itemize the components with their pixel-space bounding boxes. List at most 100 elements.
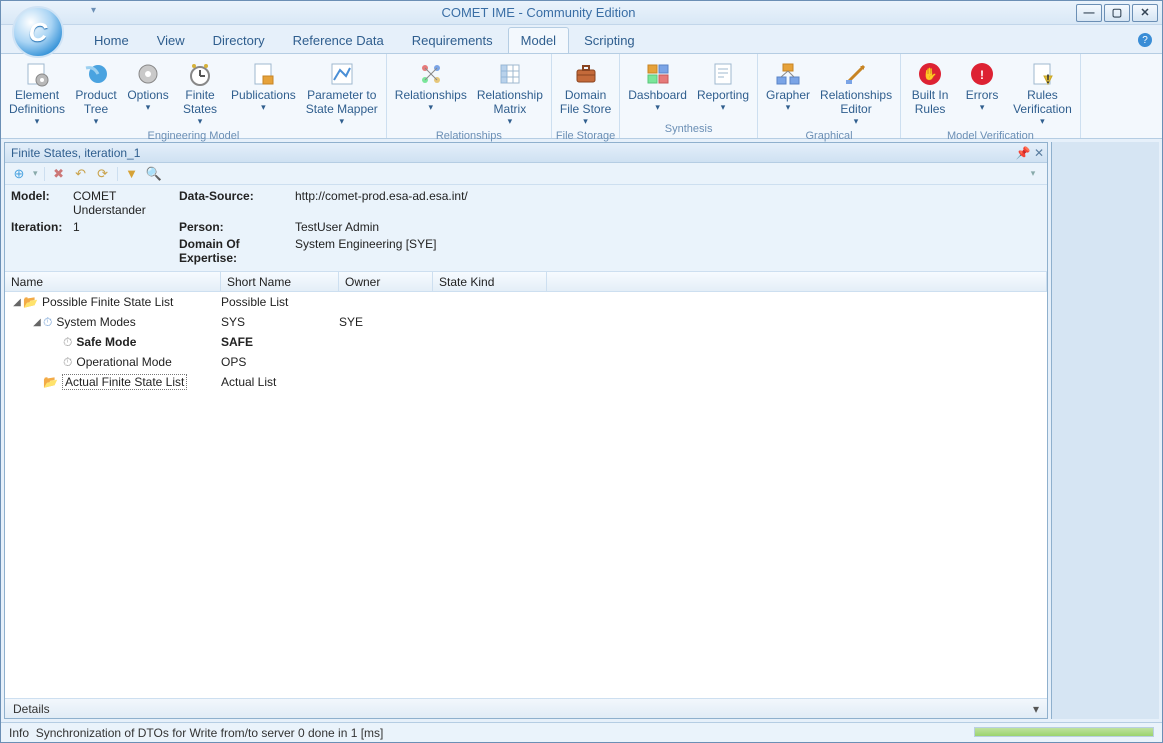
filter-icon[interactable]: ▼ (124, 166, 140, 182)
domain-label: Domain Of Expertise: (179, 237, 289, 265)
publication-icon (249, 60, 277, 88)
tree-grid[interactable]: ◢📂Possible Finite State ListPossible Lis… (5, 292, 1047, 698)
tree-row[interactable]: ◢⏱System ModesSYSSYE (5, 312, 1047, 332)
ribbon-group-synthesis: Dashboard▾Reporting▾Synthesis (620, 54, 758, 138)
tab-directory[interactable]: Directory (200, 27, 278, 53)
chevron-down-icon: ▾ (429, 103, 434, 112)
tab-model[interactable]: Model (508, 27, 569, 53)
comet-icon (82, 60, 110, 88)
rules-doc-icon: ! (1028, 60, 1056, 88)
ribbon-group-graphical: Grapher▾Relationships Editor▾Graphical (758, 54, 901, 138)
mode-icon: ⏱ (63, 335, 72, 350)
element-definitions-button[interactable]: Element Definitions▾ (5, 58, 69, 128)
window-title: COMET IME - Community Edition (1, 5, 1076, 20)
person-label: Person: (179, 220, 289, 234)
iteration-value: 1 (73, 220, 173, 234)
tree-row[interactable]: 📂Actual Finite State ListActual List (5, 372, 1047, 392)
model-value: COMET Understander (73, 189, 173, 217)
chevron-down-icon: ▾ (786, 103, 791, 112)
add-icon[interactable]: ⊕ (11, 166, 27, 182)
row-name: Possible Finite State List (42, 295, 173, 309)
errors-button[interactable]: !Errors▾ (957, 58, 1007, 114)
details-bar[interactable]: Details ▾ (5, 698, 1047, 718)
panel-metadata: Model: COMET Understander Data-Source: h… (5, 185, 1047, 272)
publications-button[interactable]: Publications▾ (227, 58, 300, 114)
row-owner: SYE (339, 315, 433, 329)
quick-access-dropdown[interactable]: ▾ (91, 5, 96, 16)
maximize-button[interactable]: ▢ (1104, 4, 1130, 22)
finite-states-button[interactable]: Finite States▾ (175, 58, 225, 128)
finite-states-panel: Finite States, iteration_1 📌 ✕ ⊕ ▾ ✖ ↶ ⟳… (4, 142, 1048, 719)
row-name: Safe Mode (76, 335, 136, 349)
domain-value: System Engineering [SYE] (295, 237, 1041, 265)
report-icon (709, 60, 737, 88)
help-icon[interactable]: ? (1138, 33, 1152, 47)
product-tree-button[interactable]: Product Tree▾ (71, 58, 121, 128)
chevron-down-icon: ▾ (340, 117, 345, 126)
options-dropdown-icon[interactable]: ▾ (1025, 166, 1041, 182)
relationships-button[interactable]: Relationships▾ (391, 58, 471, 114)
menubar: HomeViewDirectoryReference DataRequireme… (1, 25, 1162, 53)
panel-close-icon[interactable]: ✕ (1031, 146, 1047, 160)
app-logo[interactable]: C (12, 6, 64, 58)
built-in-rules-button[interactable]: ✋Built In Rules (905, 58, 955, 119)
options-gear-icon (134, 60, 162, 88)
tab-requirements[interactable]: Requirements (399, 27, 506, 53)
chevron-down-icon: ▾ (655, 103, 660, 112)
search-icon[interactable]: 🔍 (146, 166, 162, 182)
parameter-to-state-mapper-button[interactable]: Parameter to State Mapper▾ (302, 58, 382, 128)
status-message: Synchronization of DTOs for Write from/t… (36, 726, 384, 740)
panel-title: Finite States, iteration_1 (11, 146, 140, 160)
row-short-name: Possible List (221, 295, 339, 309)
domain-file-store-button[interactable]: Domain File Store▾ (556, 58, 615, 128)
chevron-down-icon: ▾ (721, 103, 726, 112)
redo-icon[interactable]: ⟳ (95, 166, 111, 182)
chevron-down-icon: ▾ (198, 117, 203, 126)
svg-text:✋: ✋ (923, 67, 938, 81)
minimize-button[interactable]: — (1076, 4, 1102, 22)
titlebar: ▾ COMET IME - Community Edition — ▢ ✕ (1, 1, 1162, 25)
datasource-label: Data-Source: (179, 189, 289, 217)
right-dock-area (1051, 142, 1159, 719)
tree-row[interactable]: ⏱Operational ModeOPS (5, 352, 1047, 372)
reporting-button[interactable]: Reporting▾ (693, 58, 753, 114)
col-state-kind[interactable]: State Kind (433, 272, 547, 291)
delete-icon[interactable]: ✖ (51, 166, 67, 182)
iteration-label: Iteration: (11, 220, 67, 234)
col-owner[interactable]: Owner (339, 272, 433, 291)
options-button[interactable]: Options▾ (123, 58, 173, 114)
tab-reference-data[interactable]: Reference Data (280, 27, 397, 53)
row-name: Actual Finite State List (62, 374, 187, 390)
grapher-button[interactable]: Grapher▾ (762, 58, 814, 114)
col-short-name[interactable]: Short Name (221, 272, 339, 291)
tree-row[interactable]: ◢📂Possible Finite State ListPossible Lis… (5, 292, 1047, 312)
pin-icon[interactable]: 📌 (1015, 146, 1031, 160)
close-button[interactable]: ✕ (1132, 4, 1158, 22)
relationships-editor-button[interactable]: Relationships Editor▾ (816, 58, 896, 128)
briefcase-icon (572, 60, 600, 88)
undo-icon[interactable]: ↶ (73, 166, 89, 182)
mode-icon: ⏱ (63, 355, 72, 370)
tab-scripting[interactable]: Scripting (571, 27, 648, 53)
details-dropdown-icon[interactable]: ▾ (1033, 702, 1039, 716)
row-short-name: Actual List (221, 375, 339, 389)
col-name[interactable]: Name (5, 272, 221, 291)
tree-expander[interactable]: ◢ (11, 297, 23, 308)
relationship-matrix-button[interactable]: Relationship Matrix▾ (473, 58, 547, 128)
tree-row[interactable]: ⏱ Safe Mode SAFE (5, 332, 1047, 352)
dashboard-button[interactable]: Dashboard▾ (624, 58, 691, 114)
status-prefix: Info (9, 726, 29, 740)
details-label: Details (13, 702, 50, 716)
mapper-icon (328, 60, 356, 88)
chevron-down-icon: ▾ (261, 103, 266, 112)
hand-stop-icon: ✋ (916, 60, 944, 88)
chevron-down-icon: ▾ (854, 117, 859, 126)
rules-verification-button[interactable]: !Rules Verification▾ (1009, 58, 1076, 128)
tree-expander[interactable]: ◢ (31, 317, 43, 328)
row-short-name: OPS (221, 355, 339, 369)
tab-home[interactable]: Home (81, 27, 142, 53)
chevron-down-icon: ▾ (583, 117, 588, 126)
row-short-name: SAFE (221, 335, 339, 349)
tab-view[interactable]: View (144, 27, 198, 53)
clock-icon (186, 60, 214, 88)
